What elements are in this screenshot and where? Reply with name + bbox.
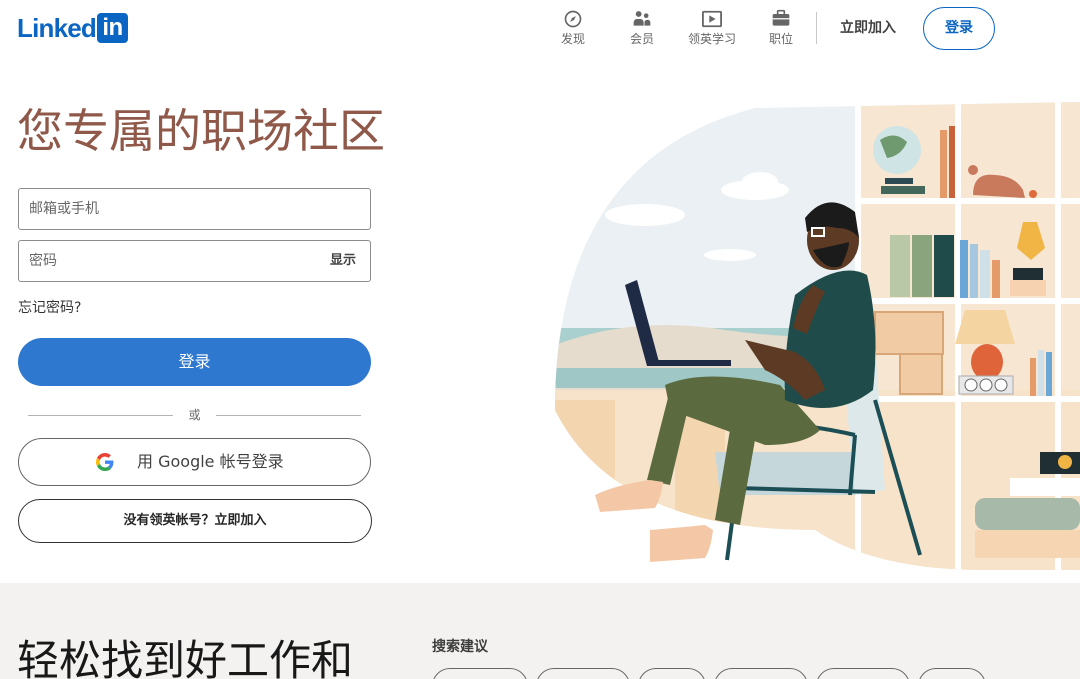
hero-illustration [555, 102, 1080, 570]
logo-wordmark: Linked [17, 13, 97, 43]
forgot-password-link[interactable]: 忘记密码? [18, 297, 81, 317]
email-field[interactable] [19, 189, 309, 229]
suggestion-pill[interactable] [638, 668, 706, 679]
nav-item-people[interactable]: 会员 [612, 9, 672, 49]
suggestion-pill[interactable] [918, 668, 986, 679]
suggestion-pill[interactable] [536, 668, 630, 679]
top-nav: Linked in 发现 会员 领英学习 职位 立即加入 登录 [0, 0, 1080, 58]
password-field[interactable] [19, 241, 309, 281]
linkedin-logo[interactable]: Linked in [17, 13, 128, 43]
search-suggestions-label: 搜索建议 [432, 639, 488, 655]
people-icon [633, 11, 651, 26]
nav-label-jobs: 职位 [768, 32, 793, 46]
hero-title: 您专属的职场社区 [17, 104, 385, 158]
suggestion-pill[interactable] [816, 668, 910, 679]
email-field-wrapper [18, 188, 371, 230]
logo-in-box: in [97, 13, 128, 43]
or-divider: 或 [28, 405, 361, 425]
or-label: 或 [188, 408, 201, 422]
nav-divider [816, 12, 817, 44]
suggestions-section: 轻松找到好工作和 搜索建议 [0, 583, 1080, 679]
password-field-wrapper: 显示 [18, 240, 371, 282]
google-signin-label: 用 Google 帐号登录 [137, 452, 284, 471]
suggestion-pill[interactable] [714, 668, 808, 679]
suggestion-pill[interactable] [432, 668, 528, 679]
join-now-link[interactable]: 立即加入 [832, 12, 904, 44]
google-signin-button[interactable]: 用 Google 帐号登录 [18, 438, 371, 486]
nav-label-discover: 发现 [560, 32, 585, 46]
join-now-button[interactable]: 没有领英帐号？立即加入 [18, 499, 372, 543]
compass-icon [564, 10, 582, 28]
nav-label-learning: 领英学习 [687, 32, 736, 46]
google-icon [96, 453, 114, 471]
nav-item-jobs[interactable]: 职位 [751, 9, 811, 49]
signin-button[interactable]: 登录 [18, 338, 371, 386]
nav-item-learning[interactable]: 领英学习 [682, 9, 742, 49]
briefcase-icon [772, 9, 790, 26]
show-password-toggle[interactable]: 显示 [330, 241, 356, 281]
play-video-icon [702, 10, 722, 28]
nav-item-discover[interactable]: 发现 [543, 9, 603, 49]
nav-label-people: 会员 [629, 32, 654, 46]
section-title: 轻松找到好工作和 [17, 636, 354, 679]
header-signin-button[interactable]: 登录 [923, 7, 995, 50]
